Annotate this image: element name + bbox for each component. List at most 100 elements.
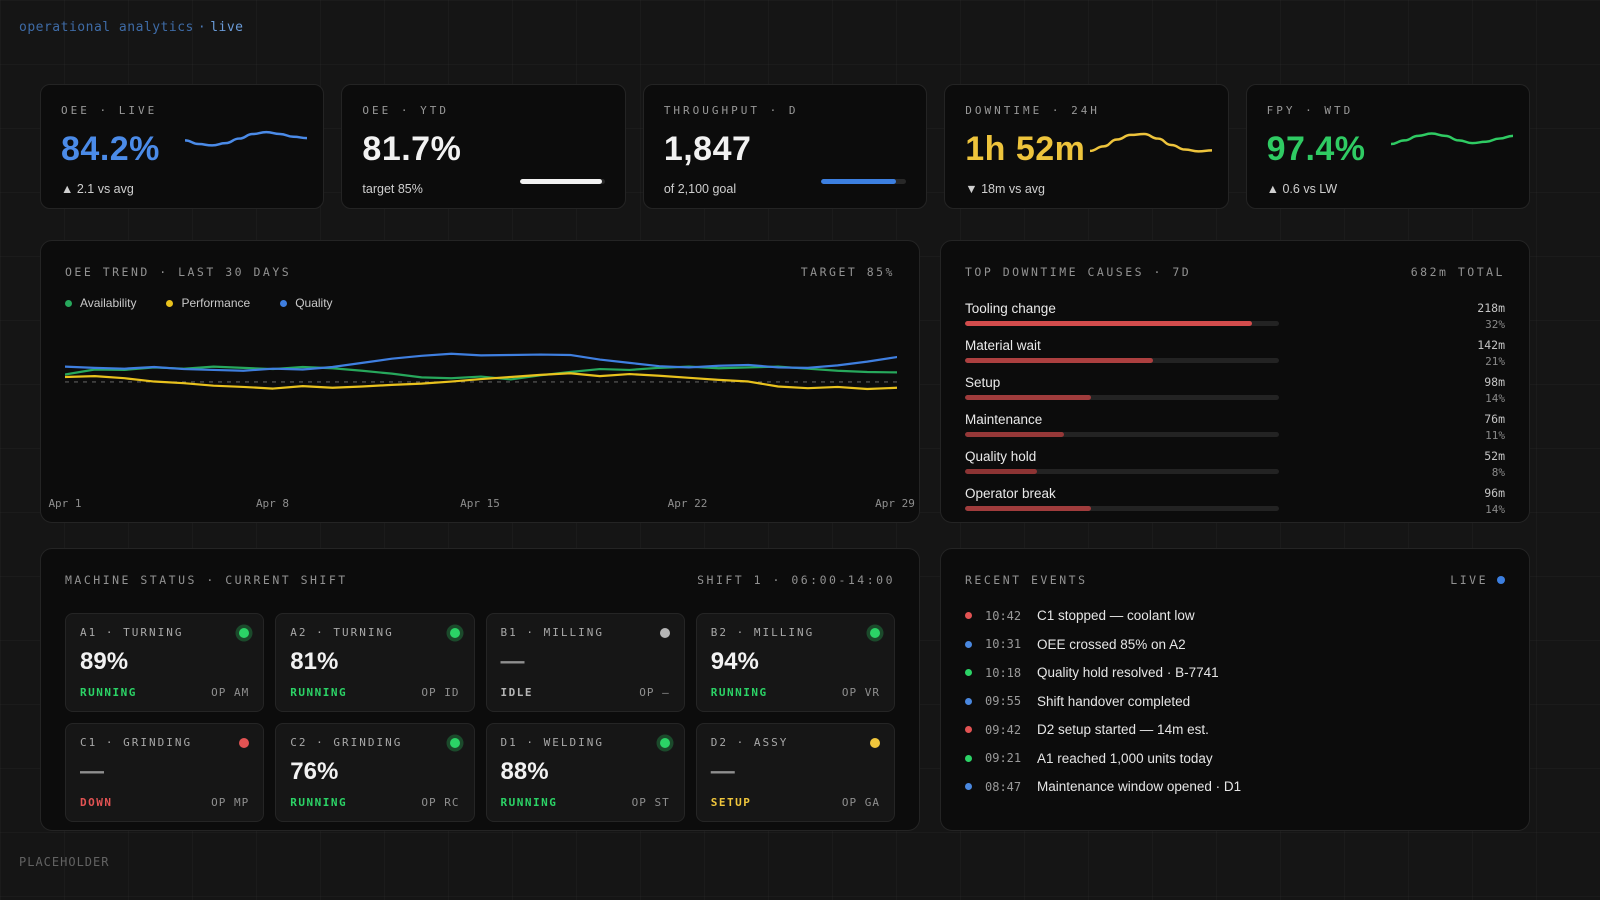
downtime-bar-fill — [965, 506, 1091, 511]
live-indicator: LIVE — [1450, 573, 1505, 587]
machine-status-dot-icon — [450, 628, 460, 638]
recent-events-header: RECENT EVENTS LIVE — [965, 573, 1505, 587]
machine-status-text: DOWN — [80, 796, 113, 809]
event-text: Quality hold resolved · B-7741 — [1037, 665, 1219, 680]
event-time: 09:42 — [985, 723, 1037, 737]
machine-card: C1 · GRINDING — DOWN OP MP — [65, 723, 264, 822]
machine-status-dot-icon — [660, 628, 670, 638]
legend-item-quality: Quality — [280, 296, 332, 310]
machine-card-footer: RUNNING OP ID — [290, 686, 459, 699]
machine-status-dot-icon — [239, 738, 249, 748]
availability-dot-icon — [65, 300, 72, 307]
oee-trend-header: OEE TREND · LAST 30 DAYS TARGET 85% — [65, 265, 895, 279]
event-text: Maintenance window opened · D1 — [1037, 779, 1241, 794]
machine-card: A2 · TURNING 81% RUNNING OP ID — [275, 613, 474, 712]
machine-card-header: D1 · WELDING — [501, 736, 670, 749]
kpi-subtext: target 85% — [362, 182, 604, 196]
oee-trend-svg — [65, 322, 897, 494]
event-dot-icon — [965, 612, 972, 619]
footer-placeholder: PLACEHOLDER — [19, 855, 109, 869]
kpi-subtext: of 2,100 goal — [664, 182, 906, 196]
downtime-bar-track — [965, 506, 1279, 511]
machine-status-text: RUNNING — [501, 796, 558, 809]
event-row: 09:55 Shift handover completed — [965, 694, 1505, 709]
machine-card-header: A2 · TURNING — [290, 626, 459, 639]
machine-card-header: D2 · ASSY — [711, 736, 880, 749]
machine-oee-value: — — [501, 648, 670, 676]
machine-card-footer: DOWN OP MP — [80, 796, 249, 809]
oee-trend-target-label: TARGET 85% — [801, 265, 895, 279]
machine-oee-value: — — [711, 758, 880, 786]
kpi-card: OEE · YTD 81.7% target 85% — [341, 84, 625, 209]
machine-card-footer: RUNNING OP AM — [80, 686, 249, 699]
downtime-percent: 21% — [1435, 355, 1505, 368]
event-time: 10:42 — [985, 609, 1037, 623]
event-dot-icon — [965, 755, 972, 762]
machine-card-footer: IDLE OP — — [501, 686, 670, 699]
downtime-cause-label: Maintenance — [965, 412, 1423, 427]
legend-item-performance: Performance — [166, 296, 250, 310]
recent-events-panel: RECENT EVENTS LIVE 10:42 C1 stopped — co… — [940, 548, 1530, 831]
downtime-bar-fill — [965, 321, 1252, 326]
downtime-percent: 32% — [1435, 318, 1505, 331]
downtime-cause-label: Tooling change — [965, 301, 1423, 316]
x-axis-label: Apr 22 — [668, 497, 708, 510]
downtime-bar-fill — [965, 395, 1091, 400]
event-row: 09:42 D2 setup started — 14m est. — [965, 722, 1505, 737]
kpi-value: 1,847 — [664, 130, 906, 169]
machine-status-panel: MACHINE STATUS · CURRENT SHIFT SHIFT 1 ·… — [40, 548, 920, 831]
machine-status-text: SETUP — [711, 796, 752, 809]
downtime-row: Quality hold 52m 8% — [965, 449, 1505, 479]
machine-card: D2 · ASSY — SETUP OP GA — [696, 723, 895, 822]
app-title-text: operational analytics — [19, 20, 194, 35]
legend-label: Availability — [80, 296, 136, 310]
kpi-sparkline — [185, 115, 307, 171]
event-list: 10:42 C1 stopped — coolant low 10:31 OEE… — [965, 608, 1505, 794]
machine-card: B2 · MILLING 94% RUNNING OP VR — [696, 613, 895, 712]
downtime-bar-track — [965, 395, 1279, 400]
event-text: OEE crossed 85% on A2 — [1037, 637, 1186, 652]
machine-oee-value: 88% — [501, 758, 670, 786]
legend-label: Quality — [295, 296, 332, 310]
machine-oee-value: 89% — [80, 648, 249, 676]
machine-card-header: B1 · MILLING — [501, 626, 670, 639]
app-title-separator: · — [194, 20, 210, 35]
machine-operator: OP ID — [421, 686, 459, 699]
kpi-label: OEE · YTD — [362, 104, 604, 117]
x-axis-label: Apr 29 — [875, 497, 915, 510]
downtime-bar-fill — [965, 432, 1064, 437]
downtime-list: Tooling change 218m 32% Material wait 14… — [965, 301, 1505, 516]
machine-operator: OP GA — [842, 796, 880, 809]
legend-item-availability: Availability — [65, 296, 136, 310]
machine-status-text: RUNNING — [290, 796, 347, 809]
event-dot-icon — [965, 783, 972, 790]
downtime-cause-label: Operator break — [965, 486, 1423, 501]
oee-trend-panel: OEE TREND · LAST 30 DAYS TARGET 85% Avai… — [40, 240, 920, 523]
machine-name: A1 · TURNING — [80, 626, 183, 639]
machine-status-dot-icon — [660, 738, 670, 748]
machine-operator: OP AM — [211, 686, 249, 699]
machine-card-footer: RUNNING OP VR — [711, 686, 880, 699]
downtime-causes-panel: TOP DOWNTIME CAUSES · 7D 682m TOTAL Tool… — [940, 240, 1530, 523]
downtime-percent: 14% — [1435, 503, 1505, 516]
downtime-minutes: 96m — [1435, 486, 1505, 501]
recent-events-title: RECENT EVENTS — [965, 573, 1088, 587]
downtime-header: TOP DOWNTIME CAUSES · 7D 682m TOTAL — [965, 265, 1505, 279]
machine-status-text: RUNNING — [290, 686, 347, 699]
downtime-percent: 14% — [1435, 392, 1505, 405]
machine-status-dot-icon — [870, 628, 880, 638]
machine-oee-value: 76% — [290, 758, 459, 786]
machine-status-dot-icon — [239, 628, 249, 638]
event-row: 10:31 OEE crossed 85% on A2 — [965, 637, 1505, 652]
x-axis-label: Apr 15 — [460, 497, 500, 510]
legend-label: Performance — [181, 296, 250, 310]
machine-operator: OP — — [639, 686, 670, 699]
shift-label: SHIFT 1 · 06:00-14:00 — [697, 573, 895, 587]
event-row: 10:42 C1 stopped — coolant low — [965, 608, 1505, 623]
machine-card: D1 · WELDING 88% RUNNING OP ST — [486, 723, 685, 822]
event-row: 10:18 Quality hold resolved · B-7741 — [965, 665, 1505, 680]
quality-dot-icon — [280, 300, 287, 307]
event-text: A1 reached 1,000 units today — [1037, 751, 1213, 766]
event-dot-icon — [965, 726, 972, 733]
downtime-bar-track — [965, 321, 1279, 326]
